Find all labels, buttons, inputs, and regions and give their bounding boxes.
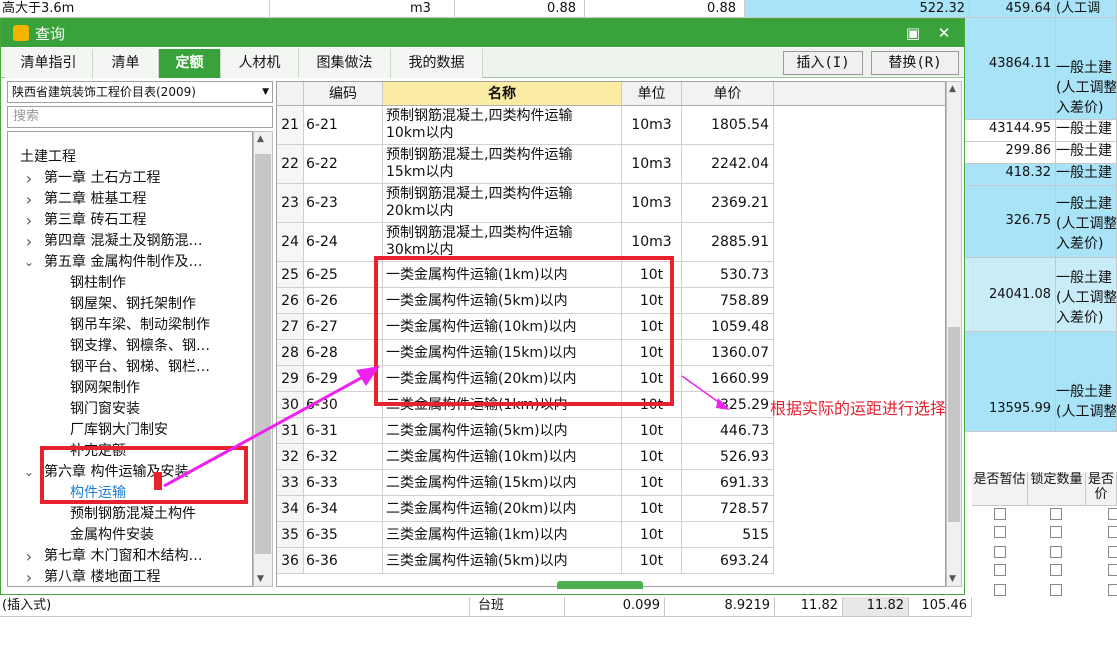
arrowhead-rows (356, 366, 380, 386)
arrowhead-note (716, 398, 730, 410)
arrow-to-rows (163, 370, 373, 488)
annotation-note: 根据实际的运距进行选择 (770, 399, 947, 418)
annotation-arrows (163, 366, 730, 488)
